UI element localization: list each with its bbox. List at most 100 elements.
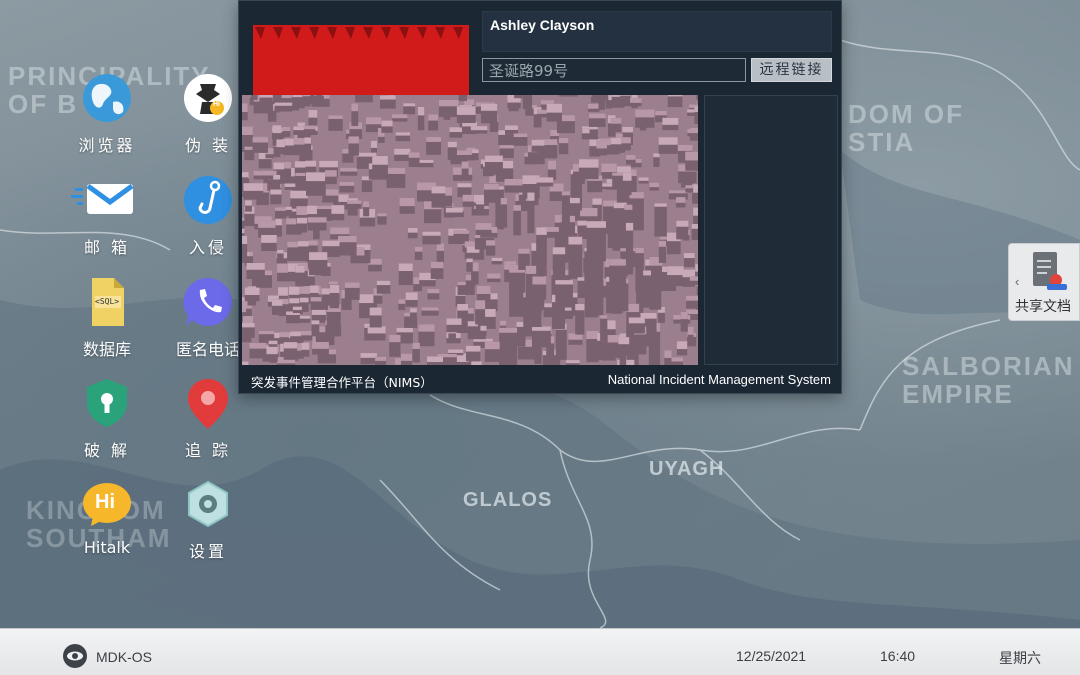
city-building-roof [292,306,302,311]
city-building-roof [381,120,393,127]
city-building-roof [638,177,649,181]
city-building-roof [619,95,631,96]
city-building-roof [410,308,417,313]
city-building-roof [430,261,444,269]
city-building-roof [499,327,518,333]
city-building-roof [618,337,630,345]
nims-window: Ashley Clayson 远程链接 突发事件管理合作平台（NIMS） Nat… [238,0,842,394]
city-building-roof [242,235,248,245]
app-crack[interactable]: 破 解 [62,377,152,461]
city-building-roof [242,323,255,328]
city-building-roof [487,273,501,279]
app-mail[interactable]: 邮 箱 [62,174,152,258]
city-building-roof [676,220,689,227]
city-building-roof [376,280,391,286]
app-database-label: 数据库 [82,340,131,359]
city-building-roof [372,156,388,165]
city-building-roof [268,340,278,345]
app-settings[interactable]: 设置 [163,478,253,562]
city-building-roof [399,197,415,207]
city-building-roof [436,243,445,251]
city-building-roof [448,349,464,353]
city-building-roof [426,137,442,142]
city-building-roof [671,357,684,362]
shared-docs-tab[interactable]: ‹ 共享文档 [1008,243,1080,321]
app-browser[interactable]: 浏览器 [62,72,152,156]
city-building [499,327,518,365]
city-building-roof [466,258,473,263]
app-database[interactable]: <SQL> 数据库 [62,276,152,360]
city-building [635,247,644,292]
app-hitalk[interactable]: Hi Hitalk [62,478,152,557]
city-building-roof [471,149,479,154]
city-building-roof [624,204,633,210]
city-building-roof [609,259,627,266]
city-building-roof [258,220,276,228]
city-building-roof [635,247,644,254]
city-building-roof [547,160,557,170]
city-building [654,203,667,237]
platform-title-cn: 突发事件管理合作平台（NIMS） [251,375,433,390]
city-building-roof [245,200,252,206]
city-building-roof [242,361,249,365]
city-building-roof [305,172,326,182]
city-building-roof [484,155,503,163]
city-building-roof [244,287,260,295]
city-building [667,95,683,108]
city-building-roof [380,95,396,100]
city-building-roof [242,126,253,135]
city-building-roof [277,249,284,254]
city-building-roof [682,269,696,278]
city-building-roof [325,170,337,177]
city-building-roof [328,115,343,119]
sql-file-icon: <SQL> [81,276,133,328]
city-building-roof [532,276,547,285]
city-building [250,95,258,100]
city-building-roof [398,263,413,272]
os-eye-logo-icon[interactable] [62,643,88,669]
city-building-roof [687,128,698,134]
city-building-roof [274,102,293,106]
city-building-roof [284,161,292,169]
city-building [696,95,698,100]
city-building-roof [308,109,318,118]
hex-gear-icon [182,478,234,530]
city-building-roof [293,137,306,145]
city-building-roof [405,292,418,300]
city-building-roof [331,205,345,214]
city-building-roof [586,330,599,340]
city-building [591,95,609,101]
city-building-roof [569,197,580,204]
city-building-roof [242,228,245,234]
city-building-roof [258,330,275,335]
city-building-roof [302,95,311,97]
city-building [619,95,631,106]
city-building-roof [339,181,355,186]
city-building-roof [403,103,416,107]
city-building-roof [486,240,496,246]
remote-link-button[interactable]: 远程链接 [751,58,832,82]
city-building-roof [470,126,488,131]
city-building-roof [564,307,572,311]
info-side-panel [704,95,838,365]
city-building-roof [329,284,340,293]
city-building-roof [685,185,694,189]
city-building-roof [668,190,688,194]
city-building-roof [377,213,387,217]
city-building-roof [360,353,377,358]
address-input[interactable] [482,58,746,82]
city-building-roof [592,198,602,205]
city-building-roof [283,342,298,349]
shared-document-icon [1033,252,1067,290]
city-building-roof [301,342,310,350]
city-building [643,270,652,308]
city-building-roof [558,138,569,144]
person-name: Ashley Clayson [490,17,595,33]
city-building-roof [456,106,476,115]
city-building-roof [278,287,288,296]
city-building-roof [685,151,698,161]
city-building-roof [426,356,444,363]
city-building-roof [272,125,282,134]
city-building-roof [561,191,570,196]
city-building-roof [677,144,693,151]
